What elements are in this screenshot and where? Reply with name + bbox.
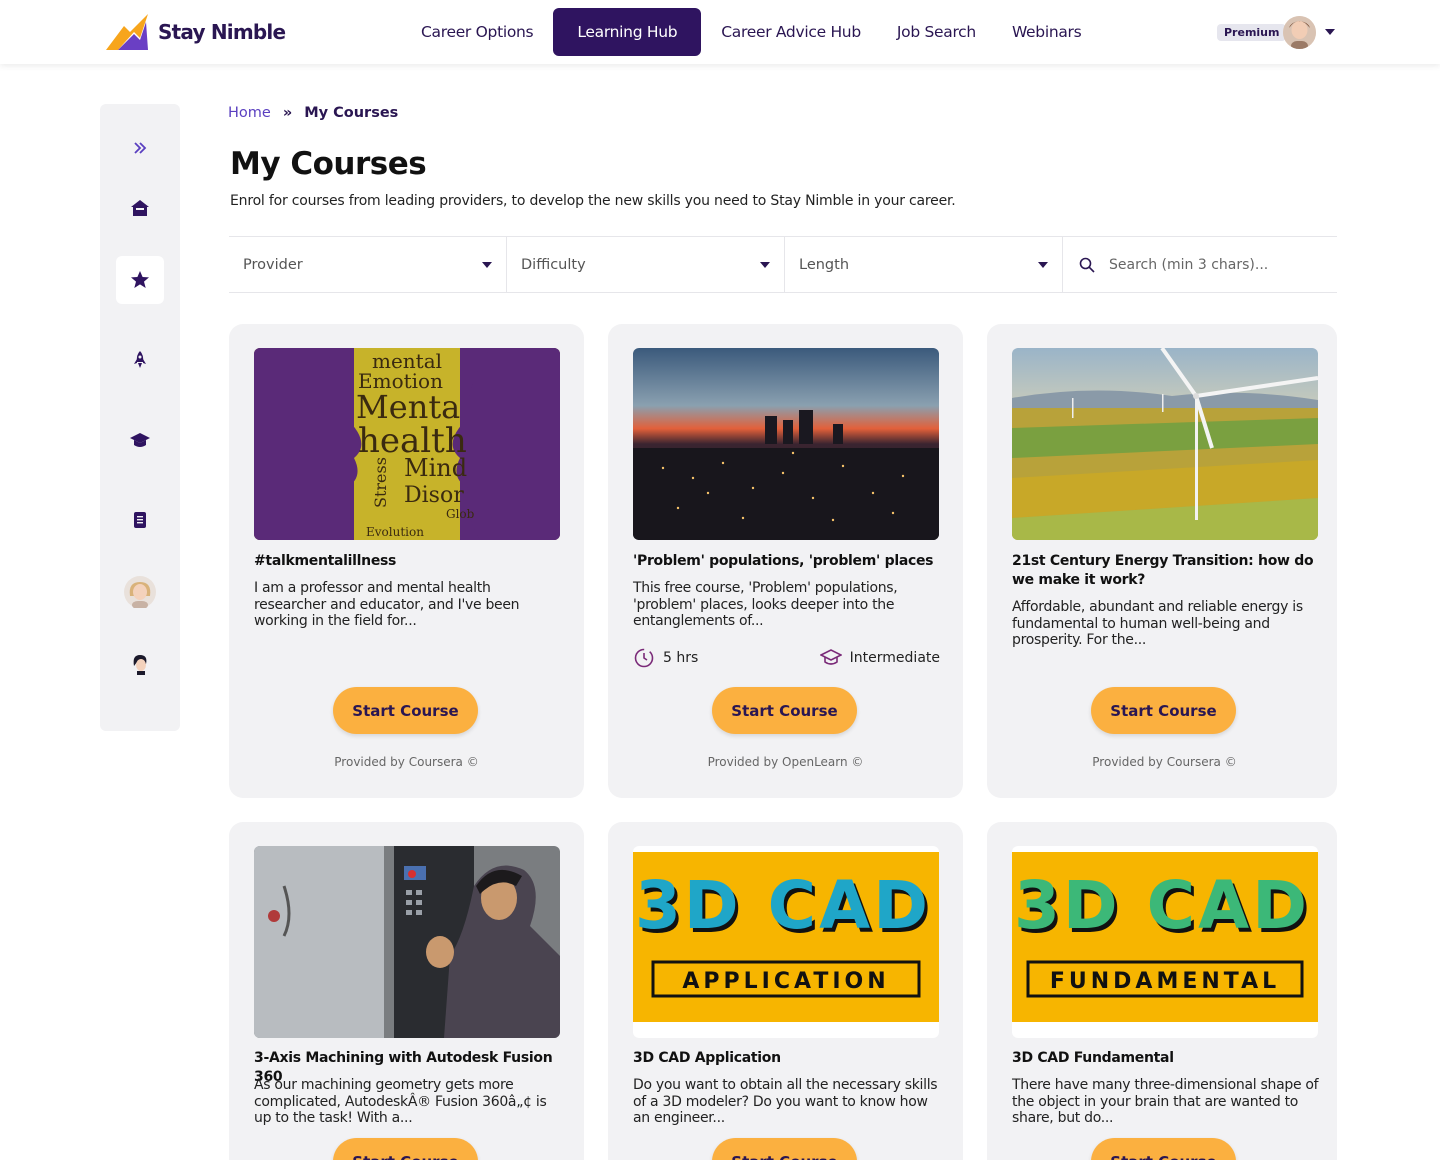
course-card[interactable]: 'Problem' populations, 'problem' places … [608,324,963,798]
length-filter-label: Length [799,256,850,273]
length-filter[interactable]: Length [785,237,1063,292]
course-title: 'Problem' populations, 'problem' places [633,553,934,569]
course-image [1012,348,1318,540]
image-word: Mind [404,454,467,482]
sidebar [100,104,180,731]
filter-bar: Provider Difficulty Length [229,236,1337,293]
course-card[interactable]: mental Emotion Menta health Mind Stress … [229,324,584,798]
course-card[interactable]: 3D CAD 3D CAD FUNDAMENTAL 3D CAD Fundame… [987,822,1337,1160]
sidebar-item-launch[interactable] [116,336,164,384]
course-image [633,348,939,540]
course-duration: 5 hrs [663,650,699,666]
course-title: 3D CAD Application [633,1050,781,1066]
brand-name: Stay Nimble [158,20,286,44]
user-avatar[interactable] [1283,16,1316,49]
brand-logo[interactable]: Stay Nimble [104,12,286,52]
main-nav: Career Options Learning Hub Career Advic… [403,8,1099,56]
course-card[interactable]: 3D CAD 3D CAD APPLICATION 3D CAD Applica… [608,822,963,1160]
course-provider: Provided by Coursera © [334,755,479,769]
course-provider: Provided by Coursera © [1092,755,1237,769]
sidebar-item-home[interactable] [116,184,164,232]
expand-icon [134,142,147,154]
image-word: Disor [404,483,464,508]
mentor-avatar [133,655,147,675]
image-word: Glob [446,507,475,521]
start-course-button[interactable]: Start Course [1091,687,1236,734]
course-image: 3D CAD 3D CAD FUNDAMENTAL [1012,846,1318,1038]
course-title: #talkmentalillness [254,553,397,569]
start-course-button[interactable]: Start Course [712,1138,857,1160]
provider-filter-label: Provider [243,256,303,273]
dropdown-caret-icon [760,261,770,268]
difficulty-filter[interactable]: Difficulty [507,237,785,292]
image-heading-shadow: 3D CAD [1014,867,1310,944]
course-image: 3D CAD 3D CAD APPLICATION [633,846,939,1038]
course-description: As our machining geometry gets more comp… [254,1077,547,1126]
nav-webinars[interactable]: Webinars [994,8,1099,56]
image-heading-shadow: 3D CAD [635,867,931,944]
course-description: Affordable, abundant and reliable energy… [1012,599,1303,648]
nav-job-search[interactable]: Job Search [879,8,994,56]
difficulty-filter-label: Difficulty [521,256,586,273]
dropdown-caret-icon [1038,261,1048,268]
nav-career-options[interactable]: Career Options [403,8,551,56]
breadcrumb-current: My Courses [304,105,399,121]
user-menu-caret-icon[interactable] [1325,29,1335,35]
mortarboard-icon [819,649,842,665]
course-description: Do you want to obtain all the necessary … [633,1077,938,1126]
sidebar-item-notes[interactable] [116,496,164,544]
course-image: mental Emotion Menta health Mind Stress … [254,348,560,540]
page-description: Enrol for courses from leading providers… [230,193,956,209]
home-icon [131,200,149,216]
top-navigation-bar: Stay Nimble Career Options Learning Hub … [0,0,1440,64]
breadcrumb-home-link[interactable]: Home [228,105,271,121]
course-provider: Provided by OpenLearn © [707,755,864,769]
star-icon [131,271,149,288]
breadcrumb-separator: » [282,105,293,121]
clock-icon [634,648,654,668]
image-word: Stress [371,457,390,508]
course-card[interactable]: 3-Axis Machining with Autodesk Fusion 36… [229,822,584,1160]
breadcrumb: Home » My Courses [228,105,398,121]
nav-career-advice-hub[interactable]: Career Advice Hub [703,8,879,56]
image-subheading: APPLICATION [682,969,889,994]
image-word: Evolution [366,525,424,539]
course-description: I am a professor and mental health resea… [254,580,520,629]
search-box [1063,237,1337,292]
sidebar-item-favourites[interactable] [116,256,164,304]
sidebar-expand-button[interactable] [116,124,164,172]
course-description: This free course, 'Problem' populations,… [633,580,898,629]
start-course-button[interactable]: Start Course [333,687,478,734]
premium-badge: Premium [1217,24,1287,41]
sidebar-item-coach[interactable] [116,568,164,616]
image-subheading: FUNDAMENTAL [1050,969,1280,994]
start-course-button[interactable]: Start Course [333,1138,478,1160]
course-meta: 5 hrs Intermediate [633,647,940,669]
sidebar-item-learning[interactable] [116,416,164,464]
sidebar-item-mentor[interactable] [116,640,164,688]
page-title: My Courses [230,146,427,182]
dropdown-caret-icon [482,261,492,268]
search-icon [1079,257,1095,273]
start-course-button[interactable]: Start Course [712,687,857,734]
course-description: There have many three-dimensional shape … [1012,1077,1319,1126]
graduation-cap-icon [130,433,150,447]
course-card[interactable]: 21st Century Energy Transition: how do w… [987,324,1337,798]
notebook-icon [134,512,146,528]
course-level: Intermediate [849,650,940,666]
course-title: 21st Century Energy Transition: how do w… [1012,553,1314,588]
logo-mark-icon [106,14,148,50]
nav-learning-hub[interactable]: Learning Hub [553,8,702,56]
rocket-icon [134,351,146,368]
course-title: 3D CAD Fundamental [1012,1050,1174,1066]
provider-filter[interactable]: Provider [229,237,507,292]
search-input[interactable] [1109,256,1329,273]
start-course-button[interactable]: Start Course [1091,1138,1236,1160]
course-image [254,846,560,1038]
coach-avatar [124,576,156,608]
